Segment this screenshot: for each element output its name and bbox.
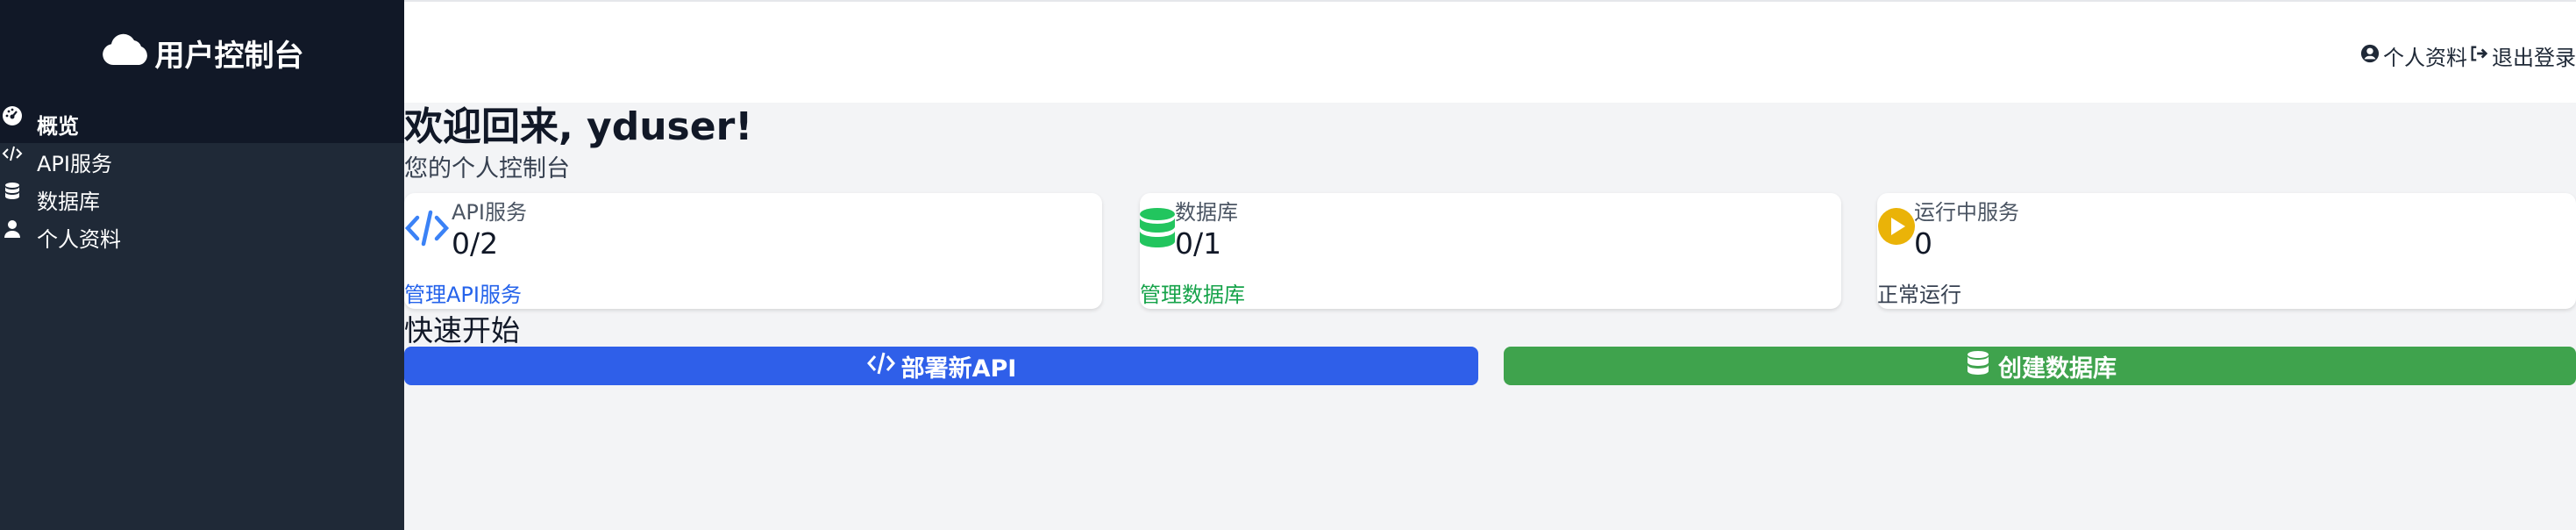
card-value: 0/1 (1175, 226, 1222, 261)
sidebar-item-overview[interactable]: 概览 (0, 105, 404, 143)
sidebar-item-label: 个人资料 (37, 227, 121, 252)
profile-label: 个人资料 (2383, 46, 2467, 70)
cloud-icon (101, 32, 150, 75)
sidebar: 用户控制台 概览 API服务 数据库 个人资料 (0, 0, 404, 530)
user-circle-icon (2360, 44, 2380, 68)
database-icon (1963, 350, 1993, 383)
welcome-heading: 欢迎回来, yduser! (404, 104, 753, 149)
create-database-label: 创建数据库 (1998, 355, 2117, 383)
create-database-button[interactable]: 创建数据库 (1504, 347, 2576, 385)
code-icon (0, 143, 25, 168)
card-label: 数据库 (1175, 200, 1238, 225)
sidebar-item-database[interactable]: 数据库 (0, 181, 404, 218)
deploy-api-label: 部署新API (900, 355, 1017, 383)
top-header: 个人资料 退出登录 (404, 0, 2576, 103)
header-actions: 个人资料 退出登录 (2360, 40, 2576, 71)
card-databases: 数据库 0/1 管理数据库 (1140, 193, 1841, 309)
logout-link[interactable]: 退出登录 (2469, 40, 2576, 71)
page-subtitle: 您的个人控制台 (404, 155, 570, 183)
sidebar-item-api[interactable]: API服务 (0, 143, 404, 181)
code-icon (404, 205, 450, 251)
dashboard-icon (0, 105, 25, 130)
database-icon (0, 181, 25, 205)
card-api-services: API服务 0/2 管理API服务 (404, 193, 1102, 309)
card-running-services: 运行中服务 0 正常运行 (1877, 193, 2576, 309)
sidebar-item-profile[interactable]: 个人资料 (0, 218, 404, 256)
profile-link[interactable]: 个人资料 (2360, 40, 2467, 71)
brand: 用户控制台 (0, 0, 404, 105)
card-label: API服务 (452, 200, 527, 225)
deploy-api-button[interactable]: 部署新API (404, 347, 1478, 385)
sidebar-item-label: 数据库 (37, 190, 100, 214)
sidebar-item-label: API服务 (37, 152, 112, 176)
card-value: 0 (1914, 226, 1932, 261)
card-value: 0/2 (452, 226, 499, 261)
user-icon (0, 218, 25, 243)
manage-api-link[interactable]: 管理API服务 (404, 277, 522, 308)
brand-title: 用户控制台 (154, 38, 304, 74)
code-icon (866, 350, 896, 383)
main-content: 欢迎回来, yduser! 您的个人控制台 API服务 0/2 管理API服务 … (404, 103, 2576, 385)
logout-label: 退出登录 (2492, 46, 2576, 70)
card-label: 运行中服务 (1914, 200, 2019, 225)
manage-database-link[interactable]: 管理数据库 (1140, 277, 1245, 308)
sign-out-icon (2469, 44, 2488, 68)
quick-start-title: 快速开始 (404, 313, 520, 347)
sidebar-nav: 概览 API服务 数据库 个人资料 (0, 105, 404, 256)
sidebar-item-label: 概览 (37, 114, 79, 139)
running-status-text: 正常运行 (1877, 283, 1961, 307)
